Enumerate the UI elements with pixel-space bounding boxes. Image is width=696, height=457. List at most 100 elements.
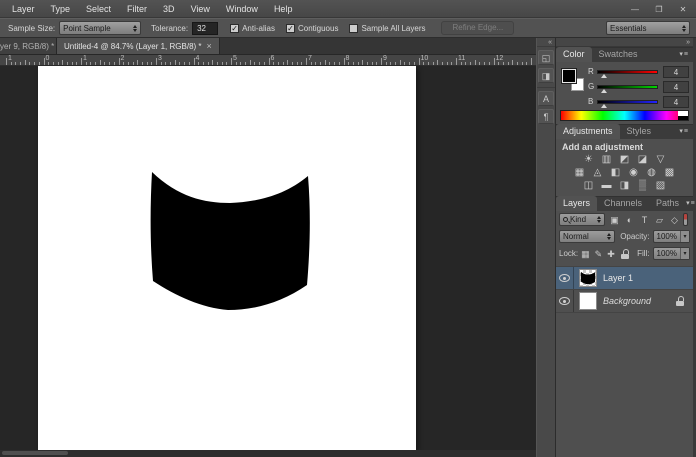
tab-paths[interactable]: Paths bbox=[649, 196, 686, 211]
tab-styles[interactable]: Styles bbox=[620, 124, 659, 139]
r-slider[interactable] bbox=[597, 70, 658, 74]
b-value-input[interactable]: 4 bbox=[663, 96, 689, 108]
photo-filter-icon[interactable]: ◉ bbox=[627, 167, 641, 179]
lock-image-pixels-button[interactable]: ✎ bbox=[595, 248, 603, 260]
tab-channels[interactable]: Channels bbox=[597, 196, 649, 211]
b-slider[interactable] bbox=[597, 100, 658, 104]
hue-saturation-icon[interactable]: ▦ bbox=[573, 167, 587, 179]
color-lookup-icon[interactable]: ▩ bbox=[663, 167, 677, 179]
invert-icon[interactable]: ◫ bbox=[582, 180, 596, 192]
character-panel-icon[interactable]: A bbox=[538, 91, 554, 106]
expand-dock-icon[interactable]: « bbox=[537, 38, 555, 47]
document-tab-label: yer 9, RGB/8) * bbox=[0, 42, 54, 51]
menu-3d[interactable]: 3D bbox=[155, 0, 183, 18]
filter-pixel-layers-icon[interactable]: ▣ bbox=[609, 214, 620, 226]
levels-icon[interactable]: ▥ bbox=[600, 154, 614, 166]
slider-thumb-icon[interactable] bbox=[601, 89, 607, 93]
tab-layers[interactable]: Layers bbox=[556, 196, 597, 211]
tab-color[interactable]: Color bbox=[556, 47, 592, 62]
filter-type-layers-icon[interactable]: T bbox=[639, 214, 650, 226]
selective-color-icon[interactable]: ▧ bbox=[654, 180, 668, 192]
horizontal-scrollbar[interactable] bbox=[0, 450, 536, 457]
document-tab[interactable]: yer 9, RGB/8) *× bbox=[0, 38, 57, 54]
exposure-icon[interactable]: ◪ bbox=[636, 154, 650, 166]
menu-layer[interactable]: Layer bbox=[4, 0, 43, 18]
collapse-dock-icon[interactable]: » bbox=[686, 39, 690, 46]
r-value-input[interactable]: 4 bbox=[663, 66, 689, 78]
layer-row-layer-1[interactable]: Layer 1 bbox=[556, 267, 693, 290]
tab-adjustments[interactable]: Adjustments bbox=[556, 124, 620, 139]
sample-all-layers-checkbox[interactable]: Sample All Layers bbox=[349, 24, 425, 33]
tolerance-input[interactable]: 32 bbox=[192, 22, 218, 35]
channel-mixer-icon[interactable]: ◍ bbox=[645, 167, 659, 179]
menu-view[interactable]: View bbox=[183, 0, 218, 18]
contiguous-checkbox[interactable]: ✓Contiguous bbox=[286, 24, 338, 33]
visibility-cell[interactable] bbox=[556, 267, 574, 289]
canvas-document[interactable] bbox=[38, 66, 416, 450]
menu-select[interactable]: Select bbox=[78, 0, 119, 18]
gradient-map-icon[interactable]: ▒ bbox=[636, 180, 650, 192]
refine-edge-button[interactable]: Refine Edge... bbox=[441, 21, 514, 35]
layer-thumbnail[interactable] bbox=[579, 269, 597, 287]
spectrum-white-black-end[interactable] bbox=[678, 111, 688, 120]
threshold-icon[interactable]: ◨ bbox=[618, 180, 632, 192]
horizontal-ruler[interactable]: 10123456789101112 bbox=[0, 55, 536, 66]
paragraph-panel-icon[interactable]: ¶ bbox=[538, 109, 554, 124]
menu-filter[interactable]: Filter bbox=[119, 0, 155, 18]
brightness-contrast-icon[interactable]: ☀ bbox=[582, 154, 596, 166]
color-spectrum-bar[interactable] bbox=[560, 110, 689, 121]
visibility-cell[interactable] bbox=[556, 290, 574, 312]
history-panel-icon[interactable]: ◱ bbox=[538, 50, 554, 65]
menu-help[interactable]: Help bbox=[266, 0, 301, 18]
tab-swatches[interactable]: Swatches bbox=[592, 47, 645, 62]
checkbox-icon[interactable]: ✓ bbox=[286, 24, 295, 33]
pasteboard[interactable] bbox=[0, 66, 536, 457]
color-balance-icon[interactable]: ◬ bbox=[591, 167, 605, 179]
filter-adjustment-layers-icon[interactable]: ◐ bbox=[624, 214, 635, 226]
filter-smart-objects-icon[interactable]: ◇ bbox=[669, 214, 680, 226]
checkbox-icon[interactable]: ✓ bbox=[230, 24, 239, 33]
layer-row-background[interactable]: Background bbox=[556, 290, 693, 313]
fill-dropdown[interactable]: 100% ▾ bbox=[653, 247, 690, 260]
black-and-white-icon[interactable]: ◧ bbox=[609, 167, 623, 179]
menu-window[interactable]: Window bbox=[218, 0, 266, 18]
lock-all-button[interactable] bbox=[621, 249, 629, 259]
anti-alias-checkbox[interactable]: ✓Anti-alias bbox=[230, 24, 275, 33]
posterize-icon[interactable]: ▬ bbox=[600, 180, 614, 192]
properties-panel-icon[interactable]: ◨ bbox=[538, 68, 554, 83]
slider-thumb-icon[interactable] bbox=[601, 74, 607, 78]
workspace-dropdown[interactable]: Essentials bbox=[606, 21, 690, 35]
sample-size-dropdown[interactable]: Point Sample bbox=[59, 21, 141, 35]
vibrance-icon[interactable]: ▽ bbox=[654, 154, 668, 166]
dropdown-arrow-icon[interactable]: ▾ bbox=[680, 248, 689, 259]
checkbox-icon[interactable] bbox=[349, 24, 358, 33]
document-tab[interactable]: Untitled-4 @ 84.7% (Layer 1, RGB/8) *× bbox=[57, 38, 220, 54]
slider-thumb-icon[interactable] bbox=[601, 104, 607, 108]
panel-menu-icon[interactable]: ▾≡ bbox=[679, 47, 693, 62]
blend-mode-dropdown[interactable]: Normal bbox=[559, 230, 615, 243]
filter-kind-dropdown[interactable]: Kind bbox=[559, 213, 605, 226]
g-value-input[interactable]: 4 bbox=[663, 81, 689, 93]
channel-label: R bbox=[588, 67, 597, 76]
filter-shape-layers-icon[interactable]: ▱ bbox=[654, 214, 665, 226]
eye-icon[interactable] bbox=[559, 274, 570, 282]
restore-button[interactable]: ❐ bbox=[649, 3, 669, 16]
filter-on-off-toggle[interactable] bbox=[683, 213, 688, 226]
layer-thumbnail[interactable] bbox=[579, 292, 597, 310]
minimize-button[interactable]: — bbox=[625, 3, 645, 16]
lock-position-button[interactable]: ✚ bbox=[607, 248, 615, 260]
menu-type[interactable]: Type bbox=[43, 0, 79, 18]
opacity-dropdown[interactable]: 100% ▾ bbox=[653, 230, 690, 243]
ruler-tick bbox=[137, 60, 138, 65]
eye-icon[interactable] bbox=[559, 297, 570, 305]
dropdown-arrow-icon[interactable]: ▾ bbox=[680, 231, 689, 242]
lock-transparent-pixels-button[interactable]: ▦ bbox=[581, 248, 590, 260]
foreground-color-swatch[interactable] bbox=[562, 69, 576, 83]
curves-icon[interactable]: ◩ bbox=[618, 154, 632, 166]
g-slider[interactable] bbox=[597, 85, 658, 89]
scrollbar-thumb[interactable] bbox=[2, 451, 68, 455]
panel-menu-icon[interactable]: ▾≡ bbox=[686, 196, 696, 211]
close-button[interactable]: ✕ bbox=[673, 3, 693, 16]
panel-menu-icon[interactable]: ▾≡ bbox=[679, 124, 693, 139]
tab-close-icon[interactable]: × bbox=[207, 41, 212, 51]
